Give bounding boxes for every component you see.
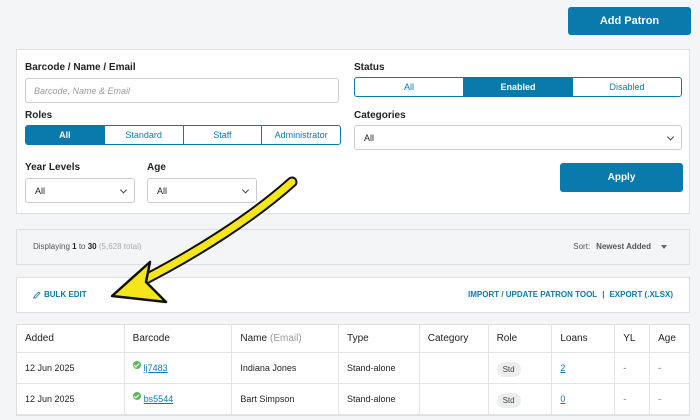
col-header-barcode[interactable]: Barcode <box>125 325 233 352</box>
role-badge: Std <box>496 362 521 377</box>
age-value: All <box>157 185 168 196</box>
add-patron-button[interactable]: Add Patron <box>568 7 691 35</box>
sort-label: Sort: <box>573 242 591 251</box>
status-label: Status <box>354 62 385 73</box>
roles-toggle: All Standard Staff Administrator <box>25 125 341 145</box>
apply-button[interactable]: Apply <box>560 163 683 192</box>
cell-category <box>420 384 489 414</box>
year-levels-value: All <box>35 185 46 196</box>
bulk-edit-button[interactable]: BULK EDIT <box>33 290 87 299</box>
col-header-added[interactable]: Added <box>17 325 125 352</box>
caret-down-icon <box>661 244 667 249</box>
check-circle-icon <box>132 361 141 369</box>
chevron-down-icon <box>241 185 250 194</box>
bulk-edit-label: BULK EDIT <box>44 290 87 299</box>
role-option-staff[interactable]: Staff <box>182 126 262 144</box>
cell-name: Indiana Jones <box>232 353 340 383</box>
cell-category <box>420 353 489 383</box>
col-header-role[interactable]: Role <box>489 325 553 352</box>
status-toggle: All Enabled Disabled <box>354 77 682 97</box>
status-option-all[interactable]: All <box>355 78 463 96</box>
col-header-name[interactable]: Name (Email) <box>232 325 340 352</box>
col-header-loans[interactable]: Loans <box>552 325 616 352</box>
year-levels-select[interactable]: All <box>25 178 135 203</box>
col-header-yl[interactable]: YL <box>615 325 651 352</box>
chevron-down-icon <box>666 132 675 141</box>
cell-type: Stand-alone <box>339 384 420 414</box>
filter-panel: Barcode / Name / Email Barcode, Name & E… <box>16 49 690 214</box>
cell-barcode: bs5544 <box>125 384 233 414</box>
cell-loans: 2 <box>552 353 616 383</box>
year-levels-label: Year Levels <box>25 162 81 173</box>
role-badge: Std <box>496 393 521 408</box>
table-row[interactable]: 12 Jun 2025 lj7483 Indiana Jones Stand-a… <box>17 353 689 384</box>
status-option-disabled[interactable]: Disabled <box>572 78 681 96</box>
loans-link[interactable]: 0 <box>560 394 565 404</box>
cell-yl: - <box>615 384 651 414</box>
sort-control[interactable]: Sort: Newest Added <box>573 242 667 251</box>
barcode-link[interactable]: lj7483 <box>144 363 168 373</box>
import-update-patron-link[interactable]: IMPORT / UPDATE PATRON TOOL <box>468 290 597 299</box>
table-header-row: Added Barcode Name (Email) Type Category … <box>17 325 689 353</box>
col-header-category[interactable]: Category <box>420 325 489 352</box>
cell-added: 12 Jun 2025 <box>17 353 125 383</box>
link-separator: | <box>602 290 605 299</box>
categories-select[interactable]: All <box>354 125 682 150</box>
pencil-icon <box>33 290 41 299</box>
cell-name: Bart Simpson <box>232 384 340 414</box>
role-option-standard[interactable]: Standard <box>103 126 183 144</box>
cell-added: 12 Jun 2025 <box>17 384 125 414</box>
sort-value: Newest Added <box>596 242 651 251</box>
cell-type: Stand-alone <box>339 353 420 383</box>
cell-age: - <box>658 394 662 404</box>
col-header-age[interactable]: Age <box>650 325 689 352</box>
role-option-administrator[interactable]: Administrator <box>261 126 340 144</box>
search-label: Barcode / Name / Email <box>25 62 136 73</box>
results-summary-bar: Displaying 1 to 30 (5,628 total) Sort: N… <box>16 229 690 265</box>
cell-yl: - <box>615 353 651 383</box>
table-row[interactable]: 12 Jun 2025 bs5544 Bart Simpson Stand-al… <box>17 384 689 415</box>
results-count: Displaying 1 to 30 (5,628 total) <box>33 242 142 251</box>
cell-loans: 0 <box>552 384 616 414</box>
roles-label: Roles <box>25 110 53 121</box>
barcode-link[interactable]: bs5544 <box>144 394 174 404</box>
age-label: Age <box>147 162 166 173</box>
chevron-down-icon <box>119 185 128 194</box>
loans-link[interactable]: 2 <box>560 363 565 373</box>
cell-role: Std <box>489 353 553 383</box>
cell-barcode: lj7483 <box>125 353 233 383</box>
check-circle-icon <box>132 392 141 400</box>
cell-role: Std <box>489 384 553 414</box>
cell-age: - <box>658 363 662 373</box>
col-header-type[interactable]: Type <box>339 325 420 352</box>
age-select[interactable]: All <box>147 178 257 203</box>
categories-label: Categories <box>354 110 406 121</box>
export-xlsx-link[interactable]: EXPORT (.XLSX) <box>609 290 673 299</box>
patrons-table: Added Barcode Name (Email) Type Category … <box>16 324 690 416</box>
role-option-all[interactable]: All <box>26 126 104 144</box>
actions-bar: BULK EDIT IMPORT / UPDATE PATRON TOOL | … <box>16 277 690 313</box>
status-option-enabled[interactable]: Enabled <box>463 78 572 96</box>
categories-value: All <box>364 132 375 143</box>
search-input[interactable]: Barcode, Name & Email <box>25 78 339 103</box>
